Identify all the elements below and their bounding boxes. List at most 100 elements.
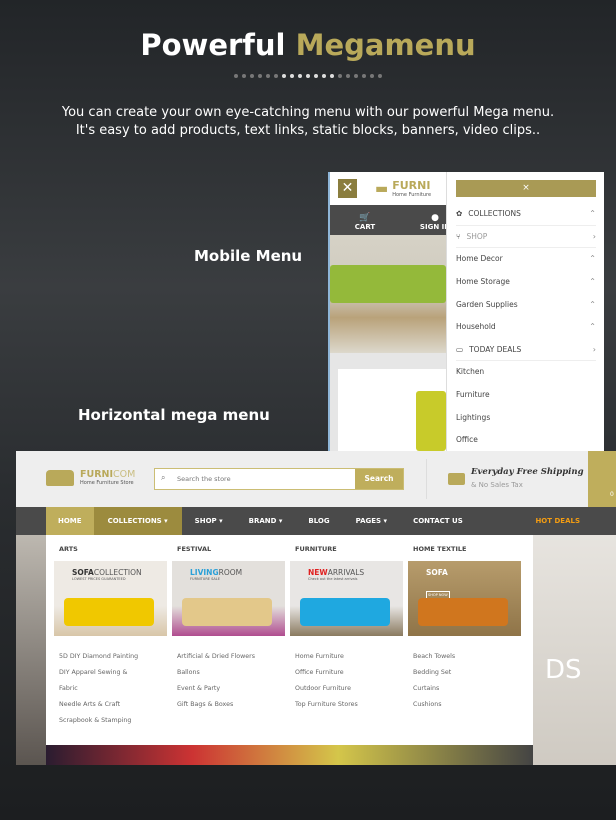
mega-link[interactable]: Gift Bags & Boxes [177,697,285,713]
mega-link[interactable]: Cushions [413,697,521,713]
cart-label: CART [354,223,376,231]
mobile-menu-item[interactable]: Kitchen [456,361,596,384]
nav-item[interactable]: CONTACT US [400,507,476,535]
mega-link[interactable]: Event & Party [177,681,285,697]
mobile-menu-item[interactable]: ▭ TODAY DEALS › [456,339,596,362]
mega-link[interactable]: Needle Arts & Craft [59,697,167,713]
divider-dot [250,74,254,78]
item-text: Furniture [456,390,490,399]
sofa-icon: ▬ [375,180,389,197]
mobile-menu-item[interactable]: Furniture [456,384,596,407]
divider-dot [234,74,238,78]
item-text: Home Storage [456,277,510,286]
item-label: Home Storage [456,277,510,287]
collections-icon: ✿ [456,209,463,219]
mega-link[interactable]: Fabric [59,681,167,697]
mobile-menu-item[interactable]: Lightings [456,406,596,429]
search-input[interactable] [155,469,355,489]
banner-title: SOFACOLLECTION [72,568,142,577]
mega-link[interactable]: Curtains [413,681,521,697]
chevron-up-icon[interactable]: ⌃ [589,300,596,309]
mobile-screenshot: ✕ ▬ FURNI Home Furniture 🛒 CART ● SIGN IN × … [328,172,604,456]
banner-image[interactable]: NEWARRIVALS Check out the latest arrival… [290,561,403,636]
nav-item[interactable]: HOME [46,507,94,535]
logo-sub: Home Furniture [392,192,432,198]
title-accent: Megamenu [295,28,476,62]
item-text: Garden Supplies [456,300,518,309]
mega-link[interactable]: Bedding Set [413,665,521,681]
chevron-up-icon[interactable]: ⌃ [589,254,596,263]
sofa-graphic [300,598,390,626]
banner-title: SOFA [426,568,448,577]
banner-subtitle: LOWEST PRICES GUARANTEED [72,577,126,581]
close-icon[interactable]: ✕ [338,179,357,198]
item-text: Household [456,322,496,331]
item-label: Office [456,435,478,445]
mega-link[interactable]: Ballons [177,665,285,681]
banner-image[interactable]: SOFACOLLECTION LOWEST PRICES GUARANTEED [54,561,167,636]
sofa-graphic [418,598,508,626]
logo-text: FURNI [392,179,431,192]
nav-item[interactable]: BRAND ▾ [236,507,296,535]
logo: FURNICOM Home Furniture Store [46,469,135,486]
mobile-menu-item[interactable]: Garden Supplies ⌃ [456,293,596,316]
chevron-up-icon[interactable]: ⌃ [589,209,596,218]
banner-image[interactable]: SOFA SHOP NOW [408,561,521,636]
panel-close-button[interactable]: × [456,180,596,197]
nav-hot-deals[interactable]: HOT DEALS [523,507,592,535]
mega-link[interactable]: Artificial & Dried Flowers [177,649,285,665]
item-text: Office [456,435,478,444]
item-text: ⑂ SHOP [456,232,487,241]
mobile-menu-item[interactable]: ⑂ SHOP › [456,226,596,249]
chevron-up-icon[interactable]: ⌃ [589,277,596,286]
item-label: Kitchen [456,367,485,377]
nav-item[interactable]: PAGES ▾ [343,507,400,535]
nav-item[interactable]: BLOG [295,507,342,535]
mega-column: FESTIVAL LIVINGROOM FURNITURE SALE Artif… [172,545,285,745]
mega-link[interactable]: Home Furniture [295,649,403,665]
subtitle-line: It's easy to add products, text links, s… [75,123,541,138]
desktop-screenshot: FURNICOMHome Furniture Store ⌕ Search Ev… [16,451,616,765]
mega-link[interactable]: 5D DIY Diamond Painting [59,649,167,665]
mobile-menu-item[interactable]: Office [456,429,596,452]
mobile-menu-item[interactable]: Household ⌃ [456,316,596,339]
title-plain: Powerful [140,28,286,62]
shipping-title: Everyday Free Shipping [471,467,584,477]
search-button[interactable]: Search [355,469,403,489]
sofa-graphic [64,598,154,626]
divider-dot [258,74,262,78]
mega-link[interactable]: Beach Towels [413,649,521,665]
cart-button[interactable]: 0 [588,451,616,507]
mega-link[interactable]: DIY Apparel Sewing & [59,665,167,681]
mobile-menu-item[interactable]: Home Decor ⌃ [456,248,596,271]
mega-link[interactable]: Top Furniture Stores [295,697,403,713]
shipping-sub: & No Sales Tax [471,481,523,489]
mega-link[interactable]: Scrapbook & Stamping [59,713,167,729]
chevron-right-icon[interactable]: › [593,232,596,241]
horizontal-menu-label: Horizontal mega menu [78,406,270,424]
item-text: Kitchen [456,367,484,376]
divider-dot [322,74,326,78]
column-heading: FESTIVAL [177,545,212,553]
mobile-menu-item[interactable]: ✿ COLLECTIONS ⌃ [456,203,596,226]
nav-item[interactable]: COLLECTIONS ▾ [93,507,182,535]
nav-item[interactable]: SHOP ▾ [182,507,236,535]
chevron-right-icon[interactable]: › [593,345,596,354]
banner-title-a: NEW [308,568,328,577]
divider-dot [378,74,382,78]
sofa-icon [46,469,74,486]
hero-text: DS [545,655,582,685]
truck-icon [448,473,465,485]
banner-subtitle: FURNITURE SALE [190,577,220,581]
banner-image[interactable]: LIVINGROOM FURNITURE SALE [172,561,285,636]
chevron-up-icon[interactable]: ⌃ [589,322,596,331]
item-label: Lightings [456,412,491,422]
cart-icon: 🛒 [359,213,371,223]
mega-link[interactable]: Outdoor Furniture [295,681,403,697]
cart-button[interactable]: 🛒 CART [330,205,400,235]
mobile-menu-item[interactable]: Home Storage ⌃ [456,271,596,294]
mega-link[interactable]: Office Furniture [295,665,403,681]
banner-title-a: LIVING [190,568,219,577]
logo-text-a: FURNI [80,469,114,480]
utensils-icon: ⑂ [456,231,461,241]
